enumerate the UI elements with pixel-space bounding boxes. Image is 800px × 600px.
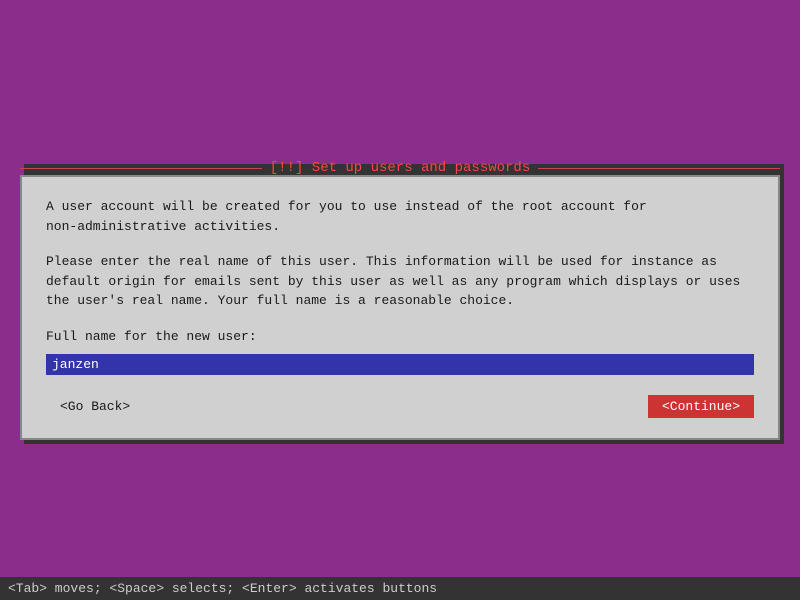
screen: [!!] Set up users and passwords A user a… xyxy=(0,0,800,600)
status-bar: <Tab> moves; <Space> selects; <Enter> ac… xyxy=(0,577,800,600)
input-label: Full name for the new user: xyxy=(46,327,754,347)
dialog-title-bar: [!!] Set up users and passwords xyxy=(20,160,780,176)
dialog-wrapper: [!!] Set up users and passwords A user a… xyxy=(20,160,780,440)
button-row: <Go Back> <Continue> xyxy=(46,395,754,418)
dialog-title: [!!] Set up users and passwords xyxy=(262,160,538,176)
dialog-content: A user account will be created for you t… xyxy=(46,197,754,375)
paragraph1: A user account will be created for you t… xyxy=(46,197,754,236)
paragraph2: Please enter the real name of this user.… xyxy=(46,252,754,311)
fullname-input[interactable] xyxy=(46,354,754,375)
dialog-box: A user account will be created for you t… xyxy=(20,175,780,440)
continue-button[interactable]: <Continue> xyxy=(648,395,754,418)
title-line-left xyxy=(20,168,262,169)
title-line-right xyxy=(538,168,780,169)
status-text: <Tab> moves; <Space> selects; <Enter> ac… xyxy=(8,581,437,596)
go-back-button[interactable]: <Go Back> xyxy=(46,395,144,418)
